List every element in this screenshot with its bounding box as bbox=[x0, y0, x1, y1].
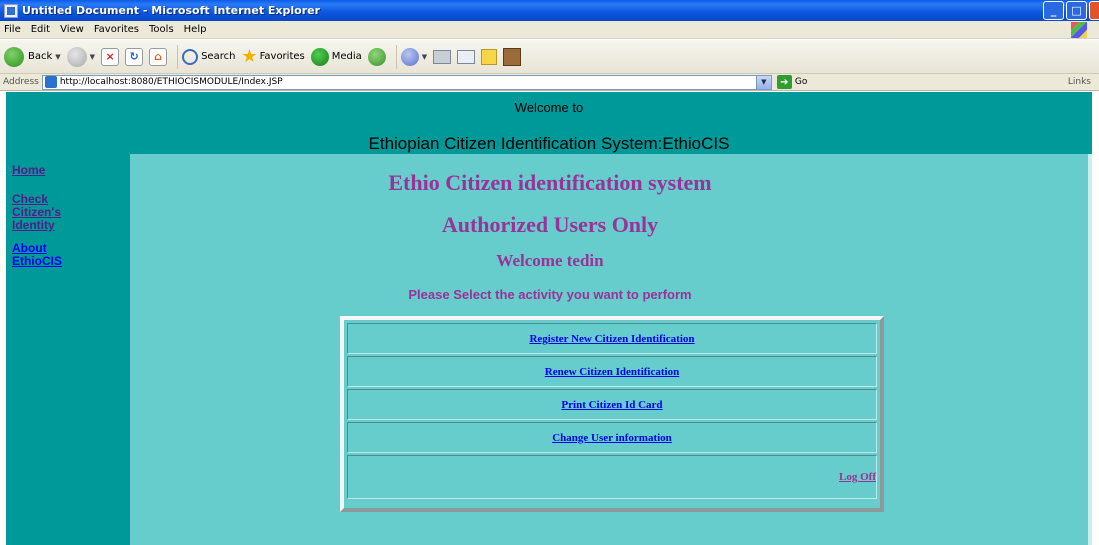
windows-logo-icon bbox=[1071, 22, 1087, 38]
go-label: Go bbox=[794, 77, 808, 87]
address-url: http://localhost:8080/ETHIOCISMODULE/Ind… bbox=[59, 77, 283, 87]
menu-file[interactable]: File bbox=[4, 24, 21, 35]
mail-icon bbox=[400, 47, 419, 66]
favorites-label: Favorites bbox=[259, 51, 305, 62]
toolbar: Back ▼ ▼ × ↻ ⌂ Search ★ Favorites Media … bbox=[0, 40, 1099, 74]
log-off-link[interactable]: Log Off bbox=[839, 471, 876, 483]
close-button[interactable] bbox=[1089, 1, 1099, 20]
toolbar-separator bbox=[395, 44, 397, 69]
favorites-star-icon: ★ bbox=[241, 45, 258, 67]
address-bar: Address http://localhost:8080/ETHIOCISMO… bbox=[0, 74, 1099, 91]
ie-app-icon bbox=[4, 3, 18, 18]
change-user-info-link[interactable]: Change User information bbox=[552, 432, 672, 444]
window-title-bar[interactable]: Untitled Document - Microsoft Internet E… bbox=[0, 0, 1099, 21]
print-button[interactable] bbox=[433, 49, 452, 64]
menu-bar: File Edit View Favorites Tools Help bbox=[0, 21, 1099, 39]
address-dropdown-icon[interactable]: ▼ bbox=[755, 75, 771, 89]
nav-link-about-2[interactable]: EthioCIS bbox=[12, 255, 122, 268]
printer-icon bbox=[433, 49, 452, 64]
nav-link-check-identity-3[interactable]: Identity bbox=[12, 219, 122, 232]
back-dropdown-icon[interactable]: ▼ bbox=[55, 53, 60, 61]
home-button[interactable]: ⌂ bbox=[149, 47, 168, 66]
search-button[interactable]: Search bbox=[182, 48, 236, 65]
menu-edit[interactable]: Edit bbox=[31, 24, 50, 35]
links-button[interactable]: Links bbox=[1068, 77, 1091, 87]
media-icon bbox=[310, 47, 329, 66]
activity-menu-table: Register New Citizen Identification Rene… bbox=[340, 316, 884, 512]
page-icon bbox=[44, 76, 57, 88]
media-button[interactable]: Media bbox=[310, 47, 362, 66]
mail-dropdown-icon[interactable]: ▼ bbox=[422, 53, 427, 61]
window-title: Untitled Document - Microsoft Internet E… bbox=[22, 4, 321, 17]
header-welcome: Welcome to bbox=[514, 100, 584, 115]
go-arrow-icon: ➔ bbox=[776, 75, 792, 89]
web-page: Welcome to Ethiopian Citizen Identificat… bbox=[6, 92, 1092, 545]
menu-row-log-off: Log Off bbox=[347, 455, 877, 499]
menu-view[interactable]: View bbox=[60, 24, 84, 35]
back-label: Back bbox=[28, 51, 53, 62]
nav-link-home[interactable]: Home bbox=[12, 164, 122, 177]
search-icon bbox=[182, 48, 199, 65]
favorites-button[interactable]: ★ Favorites bbox=[241, 45, 305, 67]
discuss-icon bbox=[481, 48, 498, 65]
menu-row-change-user: Change User information bbox=[347, 422, 877, 453]
search-label: Search bbox=[201, 51, 236, 62]
main-content: Ethio Citizen identification system Auth… bbox=[130, 154, 1092, 545]
go-button[interactable]: ➔ Go bbox=[776, 75, 808, 89]
minimize-button[interactable]: _ bbox=[1043, 1, 1064, 20]
authorized-heading: Authorized Users Only bbox=[441, 212, 659, 237]
welcome-user-heading: Welcome tedin bbox=[496, 251, 604, 270]
home-icon: ⌂ bbox=[149, 47, 168, 66]
menu-row-print: Print Citizen Id Card bbox=[347, 389, 877, 420]
back-arrow-icon bbox=[4, 46, 24, 67]
refresh-button[interactable]: ↻ bbox=[125, 47, 144, 66]
instruction-text: Please Select the activity you want to p… bbox=[408, 287, 692, 302]
menu-help[interactable]: Help bbox=[184, 24, 207, 35]
menu-row-register: Register New Citizen Identification bbox=[347, 323, 877, 354]
menu-row-renew: Renew Citizen Identification bbox=[347, 356, 877, 387]
forward-dropdown-icon[interactable]: ▼ bbox=[90, 53, 95, 61]
research-icon bbox=[503, 47, 522, 66]
address-input[interactable]: http://localhost:8080/ETHIOCISMODULE/Ind… bbox=[41, 74, 772, 90]
forward-button[interactable]: ▼ bbox=[66, 46, 95, 67]
media-label: Media bbox=[331, 51, 362, 62]
menu-tools[interactable]: Tools bbox=[149, 24, 174, 35]
maximize-button[interactable]: □ bbox=[1066, 1, 1087, 20]
edit-icon bbox=[457, 49, 476, 64]
address-label: Address bbox=[3, 77, 39, 87]
stop-button[interactable]: × bbox=[101, 47, 120, 66]
edit-button[interactable] bbox=[457, 49, 476, 64]
history-icon bbox=[367, 47, 386, 66]
menu-favorites[interactable]: Favorites bbox=[94, 24, 139, 35]
stop-icon: × bbox=[101, 47, 120, 66]
mail-button[interactable]: ▼ bbox=[400, 47, 427, 66]
register-citizen-link[interactable]: Register New Citizen Identification bbox=[529, 333, 694, 345]
research-button[interactable] bbox=[503, 47, 522, 66]
forward-arrow-icon bbox=[66, 46, 87, 67]
vertical-scrollbar[interactable] bbox=[1088, 154, 1092, 545]
header-system-title: Ethiopian Citizen Identification System:… bbox=[368, 134, 730, 153]
side-navigation: Home Check Citizen's Identity About Ethi… bbox=[12, 164, 122, 268]
toolbar-separator bbox=[177, 44, 179, 69]
system-heading: Ethio Citizen identification system bbox=[388, 170, 712, 195]
history-button[interactable] bbox=[367, 47, 386, 66]
back-button[interactable]: Back ▼ bbox=[4, 46, 61, 67]
refresh-icon: ↻ bbox=[125, 47, 144, 66]
renew-citizen-link[interactable]: Renew Citizen Identification bbox=[545, 366, 679, 378]
discuss-button[interactable] bbox=[481, 48, 498, 65]
window-controls: _ □ bbox=[1043, 1, 1099, 20]
print-id-card-link[interactable]: Print Citizen Id Card bbox=[561, 399, 662, 411]
